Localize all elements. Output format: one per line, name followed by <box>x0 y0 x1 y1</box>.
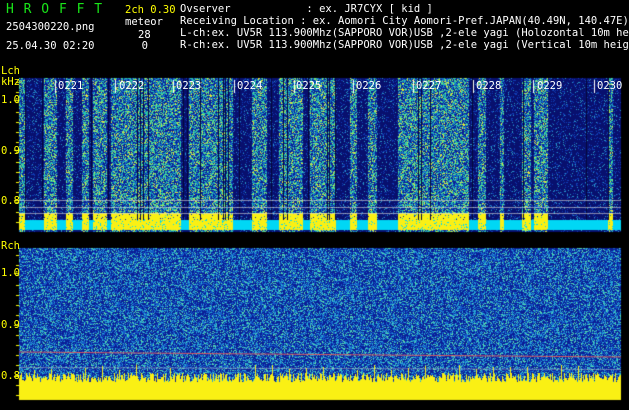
time-label-0229: 0229 <box>537 80 563 92</box>
lch-ytick-0-8: 0.8 <box>1 195 20 207</box>
spectrogram-canvas <box>0 0 629 410</box>
meteor-count-lch: 28 <box>138 29 151 41</box>
lch-label: Lch <box>1 65 20 77</box>
time-label-0222: 0222 <box>119 80 145 92</box>
lch-config-line: L-ch:ex. UV5R 113.900Mhz(SAPPORO VOR)USB… <box>180 27 629 39</box>
time-label-0223: 0223 <box>176 80 202 92</box>
lch-unit-label: kHz <box>1 76 20 88</box>
app-title: H R O F F T <box>6 2 104 17</box>
meteor-count-rch: 0 <box>141 40 148 52</box>
lch-ytick-0-9: 0.9 <box>1 145 20 157</box>
rch-ytick-0-9: 0.9 <box>1 319 20 331</box>
channel-version: 2ch 0.30 <box>125 4 176 16</box>
rch-ytick-0-8: 0.8 <box>1 370 20 382</box>
time-label-0226: 0226 <box>356 80 382 92</box>
rch-config-line: R-ch:ex. UV5R 113.900Mhz(SAPPORO VOR)USB… <box>180 39 629 51</box>
time-label-0221: 0221 <box>58 80 84 92</box>
timestamp: 25.04.30 02:20 <box>6 40 95 52</box>
time-label-0224: 0224 <box>237 80 263 92</box>
hroft-screen: H R O F F T 2504300220.png 25.04.30 02:2… <box>0 0 629 410</box>
file-name: 2504300220.png <box>6 21 95 33</box>
rch-ytick-1-0: 1.0 <box>1 267 20 279</box>
lch-ytick-1-0: 1.0 <box>1 94 20 106</box>
rch-label: Rch <box>1 240 20 252</box>
observer-line: Ovserver : ex. JR7CYX [ kid ] <box>180 3 433 15</box>
time-label-0225: 0225 <box>296 80 322 92</box>
meteor-label: meteor <box>125 16 163 28</box>
time-label-0228: 0228 <box>476 80 502 92</box>
location-line: Receiving Location : ex. Aomori City Aom… <box>180 15 629 27</box>
time-label-0230: 0230 <box>597 80 623 92</box>
time-label-0227: 0227 <box>416 80 442 92</box>
